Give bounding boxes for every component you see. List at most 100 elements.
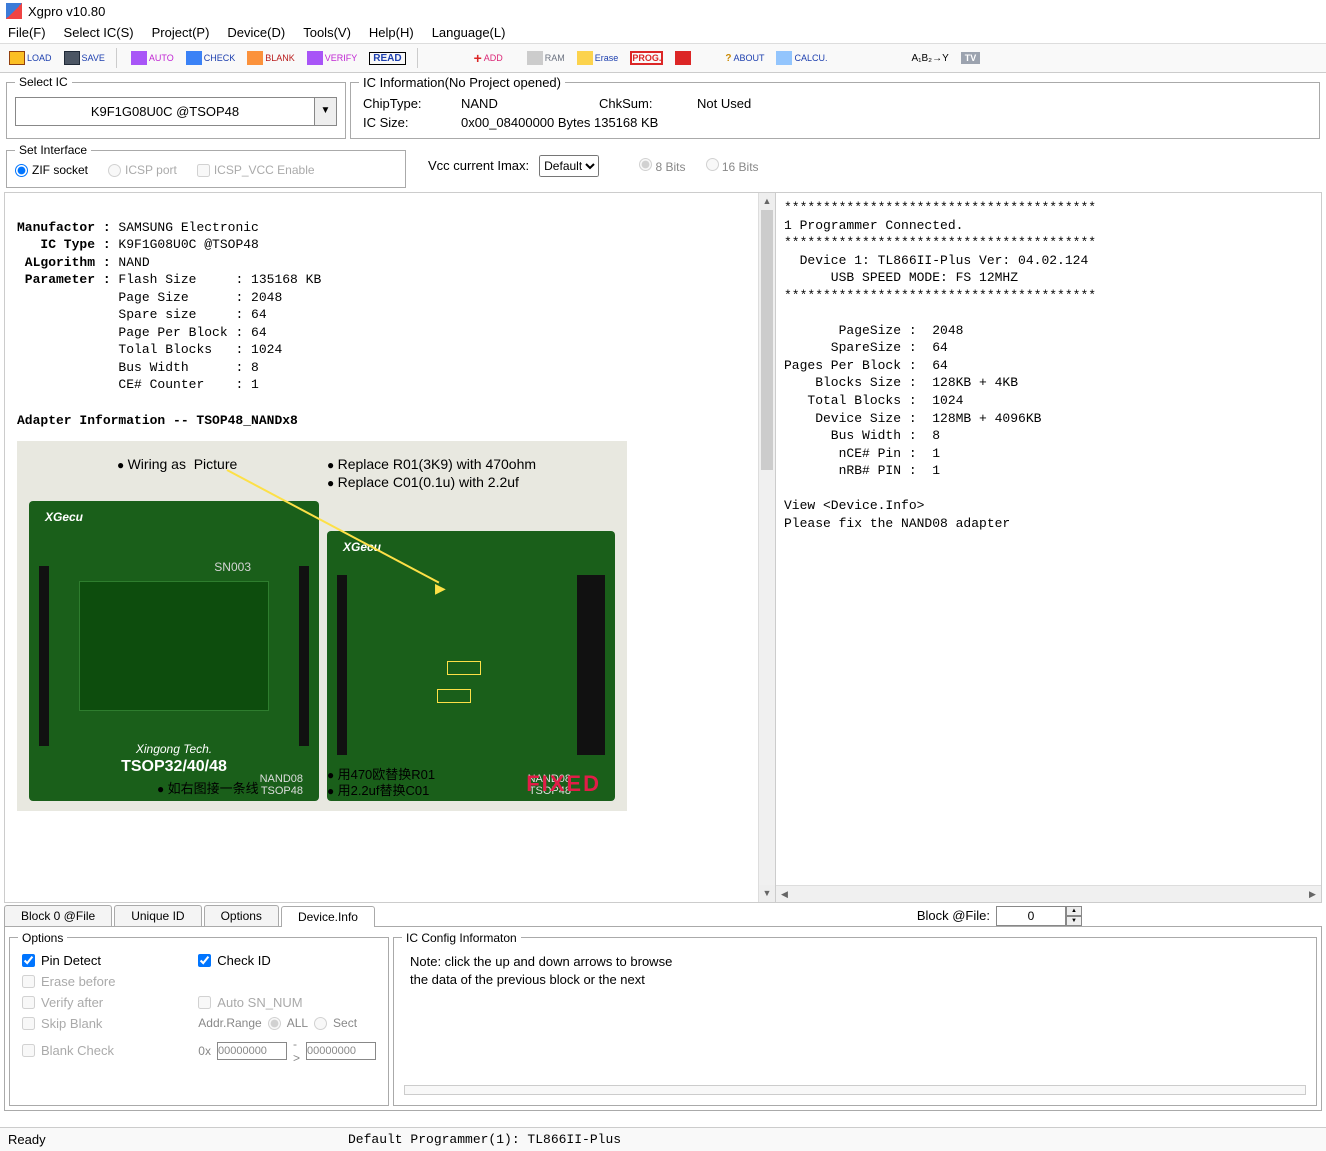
- title-bar: Xgpro v10.80: [0, 0, 1326, 22]
- verify-button[interactable]: VERIFY: [302, 48, 363, 68]
- floppy-icon: [64, 51, 80, 65]
- folder-open-icon: [9, 51, 25, 65]
- manufacturer-label: Manufactor :: [17, 220, 111, 235]
- lightning-icon: [577, 51, 593, 65]
- question-icon: ?: [725, 53, 731, 64]
- chip-button[interactable]: [670, 48, 696, 68]
- erase-button[interactable]: Erase: [572, 48, 624, 68]
- chksum-value: Not Used: [697, 96, 1307, 111]
- log-line: nCE# Pin : 1: [784, 446, 940, 461]
- ic-dropdown-button[interactable]: ▼: [315, 97, 337, 126]
- menu-help[interactable]: Help(H): [369, 25, 414, 40]
- chiptype-label: ChipType:: [363, 96, 453, 111]
- check-id-checkbox[interactable]: Check ID: [198, 953, 376, 968]
- replace-c01-text: Replace C01(0.1u) with 2.2uf: [327, 473, 519, 492]
- scroll-down-button[interactable]: ▼: [759, 885, 775, 902]
- addr-from-input: [217, 1042, 287, 1060]
- scroll-left-button[interactable]: ◀: [776, 886, 793, 902]
- icsp-port-radio: ICSP port: [108, 163, 177, 177]
- set-interface-group: Set Interface ZIF socket ICSP port ICSP_…: [6, 143, 406, 188]
- param-bus-width: Bus Width : 8: [111, 360, 259, 375]
- selected-ic-display[interactable]: K9F1G08U0C @TSOP48: [15, 97, 315, 126]
- tab-device-info[interactable]: Device.Info: [281, 906, 375, 927]
- ic-info-legend: IC Information(No Project opened): [359, 75, 565, 90]
- block-spin-up[interactable]: ▲: [1066, 906, 1082, 916]
- verify-icon: [307, 51, 323, 65]
- tab-block0[interactable]: Block 0 @File: [4, 905, 112, 926]
- blank-icon: [247, 51, 263, 65]
- blank-check-checkbox: Blank Check: [22, 1037, 188, 1065]
- adapter-image: XGecu SN003 Xingong Tech. TSOP32/40/48 N…: [17, 441, 627, 811]
- log-line: Device Size : 128MB + 4096KB: [784, 411, 1041, 426]
- log-line: ****************************************: [784, 235, 1096, 250]
- auto-button[interactable]: AUTO: [126, 48, 179, 68]
- log-line: Blocks Size : 128KB + 4KB: [784, 375, 1018, 390]
- select-ic-legend: Select IC: [15, 75, 72, 89]
- log-h-scrollbar[interactable]: ◀ ▶: [776, 885, 1321, 902]
- scroll-up-button[interactable]: ▲: [759, 193, 775, 210]
- block-at-file-label: Block @File:: [917, 908, 990, 923]
- skip-blank-checkbox: Skip Blank: [22, 1016, 188, 1031]
- addr-to-input: [306, 1042, 376, 1060]
- add-button[interactable]: +ADD: [469, 47, 508, 69]
- chksum-label: ChkSum:: [599, 96, 689, 111]
- param-total-blocks: Tolal Blocks : 1024: [111, 342, 283, 357]
- pcb-right: XGecu NAND08 TSOP48: [327, 531, 615, 801]
- cn-wiring-text: 如右图接一条线: [157, 780, 259, 798]
- block-spin-down[interactable]: ▼: [1066, 916, 1082, 926]
- plus-icon: +: [474, 50, 482, 66]
- bits-16-radio: 16 Bits: [706, 158, 759, 174]
- ram-button[interactable]: RAM: [522, 48, 570, 68]
- menu-device[interactable]: Device(D): [227, 25, 285, 40]
- addr-range-label: Addr.Range: [198, 1016, 261, 1030]
- log-line: SpareSize : 64: [784, 340, 948, 355]
- save-button[interactable]: SAVE: [59, 48, 110, 68]
- param-page-size: Page Size : 2048: [111, 290, 283, 305]
- prog-button[interactable]: PROG.: [625, 48, 668, 68]
- menu-file[interactable]: File(F): [8, 25, 46, 40]
- log-line: USB SPEED MODE: FS 12MHZ: [784, 270, 1018, 285]
- log-line: Pages Per Block : 64: [784, 358, 948, 373]
- check-button[interactable]: CHECK: [181, 48, 241, 68]
- menu-select-ic[interactable]: Select IC(S): [64, 25, 134, 40]
- replace-r01-text: Replace R01(3K9) with 470ohm: [327, 455, 536, 474]
- pin-detect-checkbox[interactable]: Pin Detect: [22, 953, 188, 968]
- calculator-icon: [776, 51, 792, 65]
- ic-info-group: IC Information(No Project opened) ChipTy…: [350, 75, 1320, 139]
- status-ready: Ready: [8, 1132, 348, 1147]
- ab-y-button[interactable]: A₁B₂→Y: [906, 50, 953, 67]
- pcb-left: XGecu SN003 Xingong Tech. TSOP32/40/48 N…: [29, 501, 319, 801]
- tab-options[interactable]: Options: [204, 905, 279, 926]
- options-group: Options Pin Detect Check ID Erase before…: [9, 931, 389, 1106]
- vcc-imax-label: Vcc current Imax:: [428, 158, 529, 173]
- algorithm-value: NAND: [111, 255, 150, 270]
- adapter-info-header: Adapter Information -- TSOP48_NANDx8: [17, 413, 298, 428]
- icsp-vcc-checkbox: ICSP_VCC Enable: [197, 163, 315, 177]
- icsize-value: 0x00_08400000 Bytes 135168 KB: [461, 115, 1307, 130]
- tv-button[interactable]: TV: [956, 49, 986, 67]
- menu-tools[interactable]: Tools(V): [303, 25, 351, 40]
- blank-button[interactable]: BLANK: [242, 48, 300, 68]
- addr-all-radio: ALL: [268, 1016, 308, 1030]
- config-note-2: the data of the previous block or the ne…: [410, 971, 1300, 989]
- info-panel: Manufactor : SAMSUNG Electronic IC Type …: [5, 193, 776, 902]
- config-empty-bar: [404, 1085, 1306, 1095]
- vcc-imax-select[interactable]: Default: [539, 155, 599, 177]
- info-scrollbar[interactable]: ▲ ▼: [758, 193, 775, 902]
- zif-socket-radio[interactable]: ZIF socket: [15, 163, 88, 177]
- chiptype-value: NAND: [461, 96, 591, 111]
- wiring-text: Wiring as Picture: [117, 455, 237, 474]
- read-button[interactable]: READ: [364, 49, 410, 68]
- block-at-file-input[interactable]: [996, 906, 1066, 926]
- calcu-button[interactable]: CALCU.: [771, 48, 832, 68]
- about-button[interactable]: ?ABOUT: [720, 50, 769, 67]
- scroll-right-button[interactable]: ▶: [1304, 886, 1321, 902]
- algorithm-label: ALgorithm :: [17, 255, 111, 270]
- menu-language[interactable]: Language(L): [432, 25, 506, 40]
- scroll-thumb[interactable]: [761, 210, 773, 470]
- tab-unique-id[interactable]: Unique ID: [114, 905, 201, 926]
- load-button[interactable]: LOAD: [4, 48, 57, 68]
- param-flash-size: Flash Size : 135168 KB: [111, 272, 322, 287]
- menu-project[interactable]: Project(P): [152, 25, 210, 40]
- tv-icon: TV: [961, 52, 981, 64]
